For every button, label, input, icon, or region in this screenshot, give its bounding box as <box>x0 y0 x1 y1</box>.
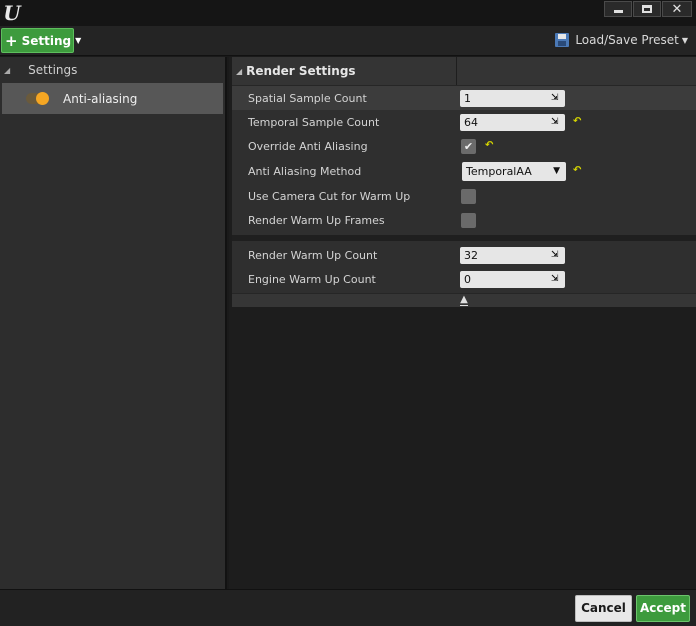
settings-tree-header[interactable]: ◢ Settings <box>0 57 225 83</box>
property-label: Use Camera Cut for Warm Up <box>248 189 411 203</box>
override-anti-aliasing-checkbox[interactable]: ✔ <box>461 138 476 154</box>
dialog-footer: Cancel Accept <box>0 589 696 626</box>
title-bar: U ✕ <box>0 0 696 26</box>
property-row: Override Anti Aliasing ✔ ↶ <box>232 134 696 158</box>
property-row: Render Warm Up Frames <box>232 208 696 232</box>
category-title: Render Settings <box>246 64 356 78</box>
reset-to-default-icon[interactable]: ↶ <box>485 141 495 151</box>
property-row: Use Camera Cut for Warm Up <box>232 184 696 208</box>
chevron-up-icon: ▲ <box>460 294 468 306</box>
property-row: Engine Warm Up Count 0 ⇲ <box>232 267 696 291</box>
sidebar-item-anti-aliasing[interactable]: Anti-aliasing <box>2 83 223 114</box>
render-warm-up-frames-checkbox[interactable] <box>461 212 476 228</box>
property-row: Anti Aliasing Method TemporalAA ▼ ↶ <box>232 159 696 183</box>
close-icon: ✕ <box>671 1 683 17</box>
reset-to-default-icon[interactable]: ↶ <box>573 117 583 127</box>
section-separator <box>232 235 696 241</box>
property-row: Temporal Sample Count 64 ⇲ ↶ <box>232 110 696 134</box>
window-controls: ✕ <box>604 1 692 17</box>
property-row: Spatial Sample Count 1 ⇲ <box>232 86 696 110</box>
sidebar-item-label: Anti-aliasing <box>63 91 138 106</box>
details-panel: ◢ Render Settings Spatial Sample Count 1… <box>229 57 696 589</box>
chevron-down-icon: ▼ <box>553 165 560 176</box>
unreal-logo-icon: U <box>3 1 21 25</box>
property-label: Override Anti Aliasing <box>248 139 368 153</box>
toggle-knob <box>36 92 49 105</box>
drag-handle-icon: ⇲ <box>551 249 559 260</box>
maximize-button[interactable] <box>633 1 661 17</box>
preset-label: Load/Save Preset <box>575 33 679 47</box>
enable-toggle[interactable] <box>26 92 49 105</box>
drag-handle-icon: ⇲ <box>551 92 559 103</box>
plus-icon: + <box>5 31 18 50</box>
add-setting-button[interactable]: + Setting ▼ <box>1 28 81 53</box>
property-row: Render Warm Up Count 32 ⇲ <box>232 243 696 267</box>
minimize-button[interactable] <box>604 1 632 17</box>
selected-value: TemporalAA <box>466 164 532 178</box>
property-label: Render Warm Up Frames <box>248 213 385 227</box>
value-text: 64 <box>464 115 478 129</box>
drag-handle-icon: ⇲ <box>551 116 559 127</box>
temporal-sample-count-input[interactable]: 64 ⇲ <box>460 113 565 131</box>
property-label: Spatial Sample Count <box>248 91 367 105</box>
toolbar: + Setting ▼ Load/Save Preset ▼ <box>0 26 696 56</box>
advanced-expander[interactable]: ▲ <box>232 293 696 307</box>
add-setting-label: Setting <box>21 33 72 48</box>
value-text: 0 <box>464 272 471 286</box>
settings-tree-label: Settings <box>28 63 78 77</box>
minimize-icon <box>613 10 623 13</box>
collapse-triangle-icon: ◢ <box>4 65 11 75</box>
anti-aliasing-method-dropdown[interactable]: TemporalAA ▼ <box>462 161 566 181</box>
value-text: 1 <box>464 91 471 105</box>
settings-sidebar: ◢ Settings Anti-aliasing <box>0 57 227 589</box>
close-button[interactable]: ✕ <box>662 1 692 17</box>
property-label: Engine Warm Up Count <box>248 272 376 286</box>
load-save-preset-button[interactable]: Load/Save Preset ▼ <box>555 33 688 47</box>
camera-cut-warm-up-checkbox[interactable] <box>461 188 476 204</box>
spatial-sample-count-input[interactable]: 1 ⇲ <box>460 89 565 107</box>
property-label: Temporal Sample Count <box>248 115 380 129</box>
category-header[interactable]: ◢ Render Settings <box>232 57 696 86</box>
engine-warm-up-count-input[interactable]: 0 ⇲ <box>460 270 565 288</box>
collapse-triangle-icon: ◢ <box>236 66 243 76</box>
drag-handle-icon: ⇲ <box>551 273 559 284</box>
reset-to-default-icon[interactable]: ↶ <box>573 166 583 176</box>
save-icon <box>555 33 570 47</box>
chevron-down-icon: ▼ <box>75 36 82 45</box>
value-text: 32 <box>464 248 478 262</box>
property-label: Anti Aliasing Method <box>248 164 362 178</box>
property-label: Render Warm Up Count <box>248 248 378 262</box>
cancel-button[interactable]: Cancel <box>575 595 632 622</box>
details-view: ◢ Render Settings Spatial Sample Count 1… <box>232 57 696 307</box>
column-divider[interactable] <box>456 57 457 85</box>
render-warm-up-count-input[interactable]: 32 ⇲ <box>460 246 565 264</box>
chevron-down-icon: ▼ <box>681 35 688 45</box>
checkmark-icon: ✔ <box>463 139 474 153</box>
maximize-icon <box>642 5 652 13</box>
accept-button[interactable]: Accept <box>636 595 690 622</box>
